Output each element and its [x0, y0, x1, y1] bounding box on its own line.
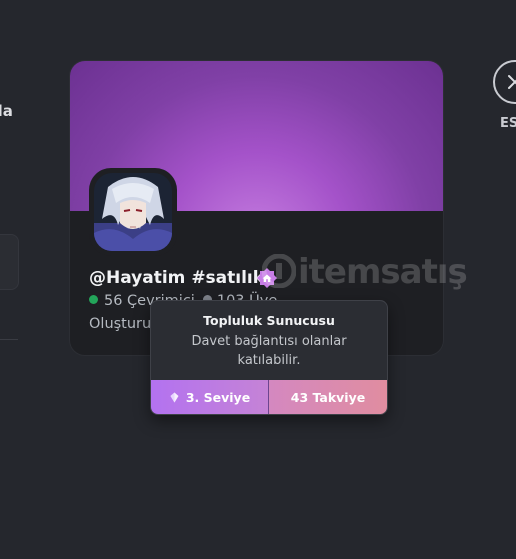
- close-icon: [508, 75, 516, 89]
- sidebar-fragment-text: da: [0, 102, 13, 120]
- tooltip-title: Topluluk Sunucusu: [203, 313, 335, 328]
- server-avatar: [94, 173, 172, 251]
- community-tooltip: Topluluk Sunucusu Davet bağlantısı olanl…: [150, 300, 388, 415]
- sidebar-fragment-box: [0, 234, 19, 290]
- boost-level-badge[interactable]: 3. Seviye: [151, 380, 269, 414]
- tooltip-description: Davet bağlantısı olanlar katılabilir.: [191, 334, 347, 368]
- boost-gem-icon: [170, 392, 179, 402]
- close-button[interactable]: [493, 60, 516, 104]
- esc-label: ESC: [500, 116, 516, 131]
- server-avatar-frame: [89, 168, 177, 256]
- tooltip-footer: 3. Seviye 43 Takviye: [151, 380, 387, 414]
- boost-level-label: 3. Seviye: [185, 389, 251, 405]
- server-name: @Hayatim #satılık: [89, 268, 265, 288]
- boost-count-badge[interactable]: 43 Takviye: [269, 380, 387, 414]
- boost-house-icon[interactable]: [256, 267, 278, 289]
- server-profile-overlay: da ESC: [0, 0, 516, 559]
- boost-count-label: 43 Takviye: [290, 389, 366, 405]
- online-dot: [89, 295, 98, 304]
- sidebar-divider: [0, 339, 18, 340]
